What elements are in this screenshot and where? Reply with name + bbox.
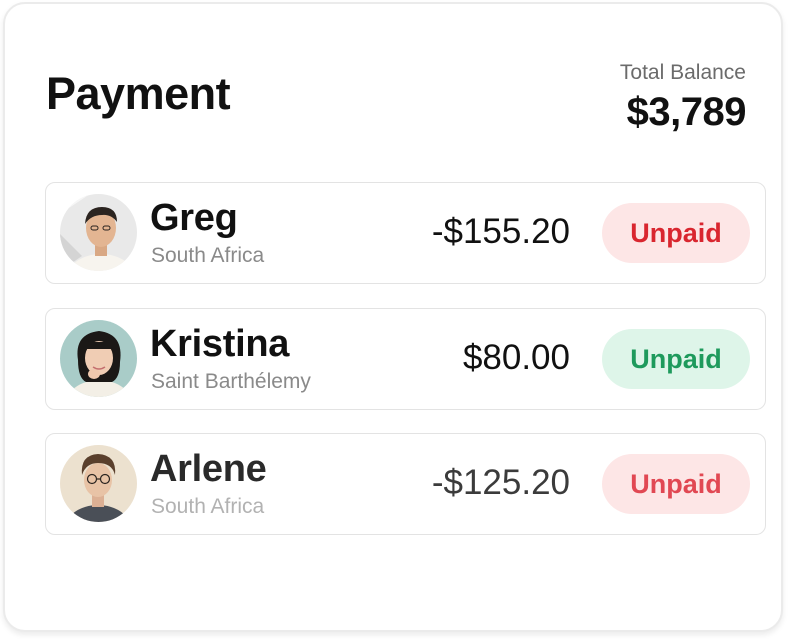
status-badge-unpaid[interactable]: Unpaid [602,454,750,514]
payment-row-arlene[interactable]: Arlene South Africa -$125.20 Unpaid [45,433,766,535]
payment-card: Payment Total Balance $3,789 Greg South … [3,2,783,632]
total-balance-value: $3,789 [626,90,747,134]
payment-amount: $80.00 [462,338,570,377]
payee-country: South Africa [151,495,265,518]
payee-name: Kristina [150,323,290,365]
payment-row-kristina[interactable]: Kristina Saint Barthélemy $80.00 Unpaid [45,308,766,410]
avatar-greg [60,194,137,271]
payee-name: Arlene [150,448,267,490]
payment-amount: -$125.20 [431,463,570,502]
payment-row-greg[interactable]: Greg South Africa -$155.20 Unpaid [45,182,766,284]
avatar-kristina [60,320,137,397]
avatar-kristina-image [60,320,137,397]
status-badge-unpaid[interactable]: Unpaid [602,203,750,263]
status-badge-unpaid[interactable]: Unpaid [602,329,750,389]
page-title: Payment [46,68,231,119]
total-balance-label: Total Balance [619,61,746,84]
avatar-arlene-image [60,445,137,522]
avatar-arlene [60,445,137,522]
payment-amount: -$155.20 [431,212,570,251]
payee-country: South Africa [151,244,265,267]
payee-name: Greg [150,197,238,239]
avatar-greg-image [60,194,137,271]
payee-country: Saint Barthélemy [151,370,311,393]
